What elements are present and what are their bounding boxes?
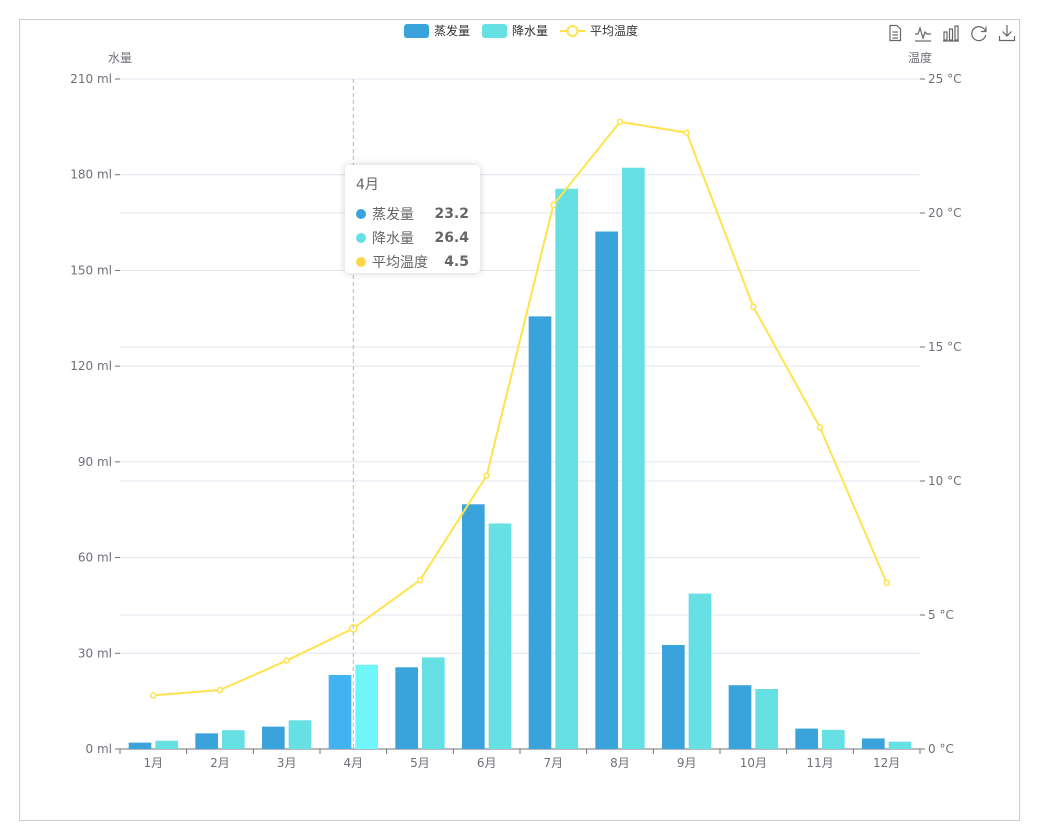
bar-precipitation (288, 720, 312, 749)
right-axis-tick-label: 20 °C (928, 206, 961, 220)
toolbox (886, 24, 1016, 42)
tooltip-row-precipitation: 降水量 26.4 (356, 226, 469, 250)
x-axis-tick-label: 4月 (344, 756, 364, 770)
tooltip-value-temperature: 4.5 (444, 254, 469, 270)
temperature-point (216, 686, 224, 694)
x-axis-tick-label: 12月 (873, 756, 900, 770)
left-axis-tick-label: 210 ml (70, 72, 112, 86)
left-axis-tick-label: 60 ml (78, 551, 112, 565)
x-axis-tick-label: 11月 (806, 756, 833, 770)
temperature-point (416, 576, 424, 584)
temperature-point (750, 303, 757, 311)
temperature-point (150, 692, 157, 699)
data-view-icon[interactable] (886, 24, 904, 42)
x-axis-tick-label: 2月 (210, 756, 230, 770)
temperature-point (616, 118, 624, 126)
right-axis-tick-label: 10 °C (928, 474, 961, 488)
restore-icon[interactable] (970, 24, 988, 42)
grid-lines (120, 78, 920, 654)
legend-label-evaporation: 蒸发量 (434, 24, 471, 38)
left-axis-tick-label: 30 ml (78, 646, 112, 660)
bar-evaporation (395, 667, 418, 749)
axes: 0 ml 30 ml 60 ml 90 ml 120 ml 150 ml 180 ml 210… (70, 50, 961, 770)
legend-label-temperature: 平均温度 (590, 24, 639, 38)
bar-evaporation (262, 726, 285, 749)
tooltip-dot-temperature (356, 257, 366, 267)
tooltip-value-precipitation: 26.4 (434, 230, 469, 246)
temperature-point (883, 579, 890, 587)
bar-precipitation (422, 657, 445, 749)
right-axis-name: 温度 (908, 50, 932, 65)
bar-precipitation (755, 689, 778, 749)
line-chart-icon[interactable] (914, 24, 932, 42)
bar-precipitation (688, 593, 712, 749)
bar-evaporation (862, 738, 885, 749)
x-axis-tick-label: 10月 (740, 756, 767, 770)
chart-canvas: 0 ml 30 ml 60 ml 90 ml 120 ml 150 ml 180 ml 210… (70, 50, 961, 770)
bar-precipitation (222, 730, 245, 749)
legend-item-temperature[interactable]: 平均温度 (560, 22, 638, 39)
right-axis-tick-label: 25 °C (928, 72, 961, 86)
left-axis-name: 水量 (108, 51, 132, 65)
legend-item-evaporation[interactable]: 蒸发量 (404, 22, 470, 39)
x-axis-tick-label: 8月 (610, 756, 630, 770)
tooltip-row-temperature: 平均温度 4.5 (356, 250, 469, 274)
bar-evaporation (595, 231, 618, 749)
bar-evaporation (728, 685, 752, 749)
tooltip: 4月 蒸发量 23.2 降水量 26.4 平均温度 4.5 (345, 165, 480, 273)
bar-precipitation (622, 167, 645, 749)
legend: 蒸发量 降水量 平均温度 (404, 22, 638, 39)
x-axis-tick-label: 1月 (144, 756, 164, 770)
left-axis-tick-label: 180 ml (70, 168, 112, 182)
bar-precipitation (888, 741, 912, 749)
legend-item-precipitation[interactable]: 降水量 (482, 22, 548, 39)
bar-evaporation (128, 742, 152, 749)
temperature-line (150, 118, 890, 699)
temperature-line-path (153, 120, 888, 697)
legend-line-marker-icon (560, 24, 586, 37)
bar-evaporation (662, 644, 685, 749)
bar-precipitation (355, 664, 378, 749)
tooltip-name-evaporation: 蒸发量 (372, 207, 414, 223)
x-axis-tick-label: 5月 (410, 756, 430, 770)
legend-label-precipitation: 降水量 (512, 24, 549, 38)
bars (128, 167, 912, 749)
bar-chart-icon[interactable] (942, 24, 960, 42)
right-axis-tick-label: 15 °C (928, 340, 961, 354)
temperature-point (283, 657, 290, 664)
bar-evaporation (328, 674, 352, 749)
legend-swatch-evaporation (404, 23, 429, 38)
left-axis-tick-label: 150 ml (70, 263, 112, 277)
tooltip-dot-evaporation (356, 209, 366, 219)
x-axis-tick-label: 6月 (477, 756, 497, 770)
x-axis-tick-label: 3月 (277, 756, 297, 770)
save-image-icon[interactable] (998, 24, 1016, 42)
bar-precipitation (555, 188, 578, 749)
x-axis-tick-label: 7月 (544, 756, 564, 770)
bar-precipitation (488, 523, 512, 749)
right-axis-tick-label: 5 °C (928, 608, 954, 622)
bar-evaporation (528, 316, 552, 749)
temperature-point (683, 129, 690, 136)
bar-evaporation (795, 728, 818, 749)
bar-evaporation (195, 733, 218, 749)
tooltip-row-evaporation: 蒸发量 23.2 (356, 202, 469, 226)
tooltip-name-temperature: 平均温度 (372, 255, 428, 271)
bar-precipitation (155, 740, 178, 749)
tooltip-name-precipitation: 降水量 (372, 231, 414, 247)
legend-swatch-precipitation (482, 23, 508, 38)
temperature-point (483, 472, 490, 479)
bar-precipitation (822, 729, 845, 749)
temperature-point (550, 201, 557, 209)
temperature-point (816, 424, 824, 431)
left-axis-tick-label: 0 ml (86, 742, 112, 756)
left-axis-tick-label: 90 ml (78, 455, 112, 469)
tooltip-dot-precipitation (356, 233, 366, 243)
left-axis-tick-label: 120 ml (70, 359, 112, 373)
bar-evaporation (462, 504, 485, 749)
right-axis-tick-label: 0 °C (928, 742, 954, 756)
tooltip-title: 4月 (356, 177, 379, 193)
tooltip-value-evaporation: 23.2 (434, 206, 469, 222)
x-axis-tick-label: 9月 (677, 756, 697, 770)
